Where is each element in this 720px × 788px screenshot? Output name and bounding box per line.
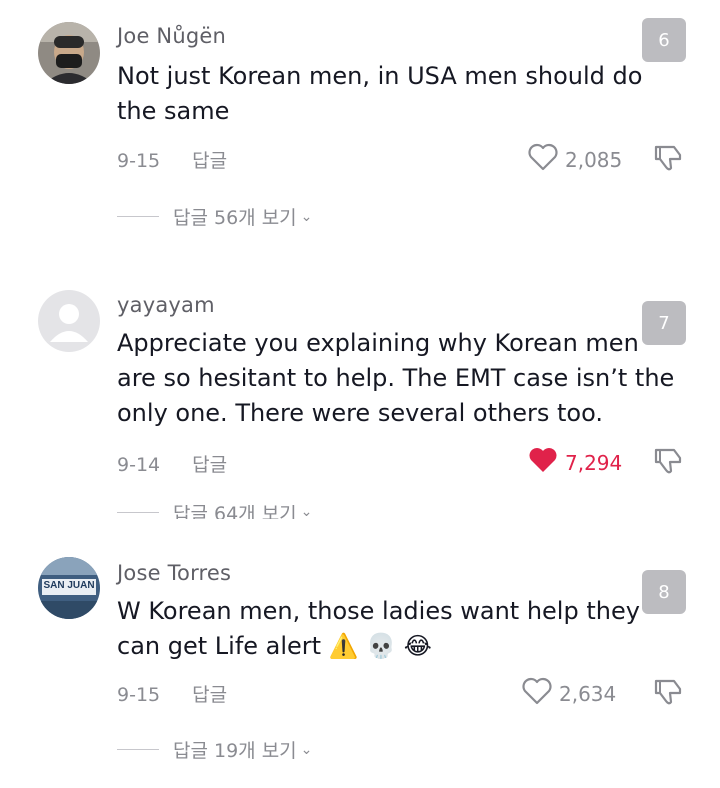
like-button[interactable]: 2,634 — [521, 677, 616, 710]
divider — [117, 511, 159, 513]
comment-date: 9-15 — [117, 684, 161, 706]
view-replies-button[interactable]: 답글 19개 보기 ⌄ — [117, 736, 312, 763]
comment-number-badge: 6 — [642, 18, 686, 62]
view-replies-button[interactable]: 답글 56개 보기 ⌄ — [117, 203, 312, 230]
like-count: 2,634 — [559, 681, 617, 706]
comment-date: 9-15 — [117, 150, 161, 172]
dislike-button[interactable] — [650, 446, 684, 476]
thumbs-down-icon — [654, 679, 682, 705]
reply-button[interactable]: 답글 — [192, 684, 227, 706]
chevron-down-icon: ⌄ — [300, 208, 313, 225]
avatar[interactable] — [38, 290, 100, 352]
heart-outline-icon — [527, 143, 559, 176]
comment-emojis: ⚠️ 💀 😂 — [328, 632, 432, 660]
avatar-label: SAN JUAN — [43, 580, 95, 591]
comment-text: Appreciate you explaining why Korean men… — [117, 329, 675, 427]
like-button[interactable]: 2,085 — [527, 143, 622, 176]
reply-button[interactable]: 답글 — [192, 454, 227, 476]
heart-outline-icon — [521, 677, 553, 710]
comment-meta: 9-14 답글 — [117, 450, 227, 477]
chevron-down-icon: ⌄ — [300, 505, 313, 519]
view-replies-label: 답글 56개 보기 — [173, 207, 297, 229]
comment-text: Not just Korean men, in USA men should d… — [117, 62, 643, 125]
chevron-down-icon: ⌄ — [300, 741, 313, 758]
view-replies-label: 답글 64개 보기 — [173, 505, 297, 519]
heart-filled-icon — [527, 446, 559, 479]
view-replies-button[interactable]: 답글 64개 보기 ⌄ — [117, 505, 312, 519]
reply-button[interactable]: 답글 — [192, 150, 227, 172]
thumbs-down-icon — [654, 145, 682, 171]
comment-meta: 9-15 답글 — [117, 146, 227, 173]
avatar[interactable]: SAN JUAN — [38, 557, 100, 619]
username[interactable]: yayayam — [117, 293, 215, 317]
like-count: 2,085 — [565, 147, 623, 172]
comment-meta: 9-15 답글 — [117, 680, 227, 707]
view-replies-label: 답글 19개 보기 — [173, 740, 297, 762]
dislike-button[interactable] — [650, 677, 684, 707]
divider — [117, 749, 159, 750]
dislike-button[interactable] — [650, 143, 684, 173]
like-button[interactable]: 7,294 — [527, 446, 622, 479]
thumbs-down-icon — [654, 448, 682, 474]
comment-text: W Korean men, those ladies want help the… — [117, 594, 677, 664]
divider — [117, 216, 159, 217]
like-count: 7,294 — [565, 450, 623, 475]
username[interactable]: Joe Nůgën — [117, 24, 226, 48]
avatar[interactable] — [38, 22, 100, 84]
comment-date: 9-14 — [117, 454, 161, 476]
username[interactable]: Jose Torres — [117, 561, 231, 585]
